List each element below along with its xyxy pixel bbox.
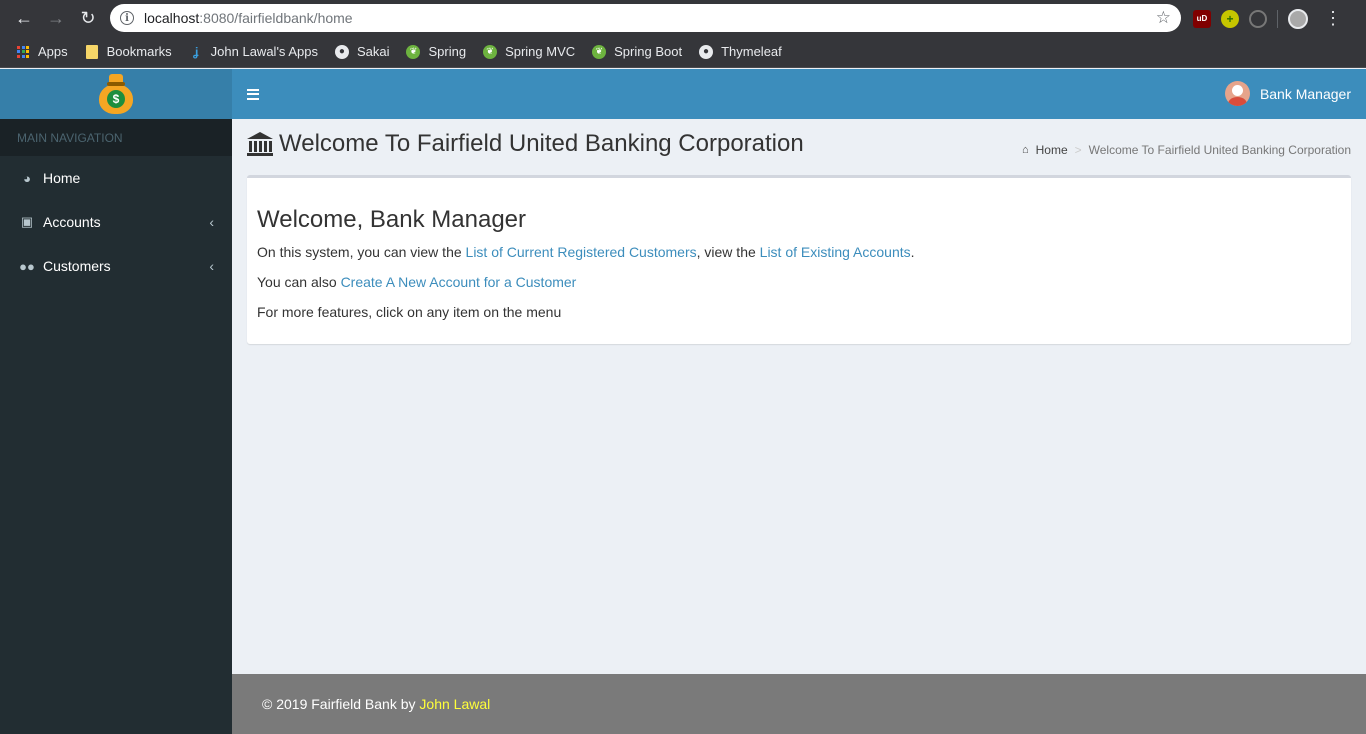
avatar	[1224, 81, 1250, 106]
dashboard-icon: ◕	[23, 170, 31, 186]
text: .	[910, 244, 915, 260]
text: On this system, you can view the	[257, 244, 466, 260]
nav-header: MAIN NAVIGATION	[0, 119, 232, 156]
bookmark-label: Sakai	[356, 44, 390, 59]
toolbar-divider	[1277, 9, 1278, 28]
footer-author-link[interactable]: John Lawal	[419, 696, 490, 712]
extension-plus-icon[interactable]: +	[1221, 9, 1239, 28]
breadcrumb-home-link[interactable]: ⌂ Home	[1022, 143, 1068, 157]
bookmark-label: Spring Boot	[614, 44, 683, 59]
bookmark-apps[interactable]: Apps	[16, 44, 68, 59]
bookmark-star-icon[interactable]: ☆	[1156, 8, 1171, 28]
apps-grid-icon	[16, 45, 30, 59]
info-icon[interactable]: i	[120, 11, 134, 25]
sidebar-item-label: Accounts	[43, 214, 101, 230]
globe-icon: ●	[334, 44, 349, 59]
back-icon[interactable]: ←	[8, 0, 40, 36]
bookmark-label: Spring MVC	[505, 44, 576, 59]
user-menu[interactable]: Bank Manager	[1224, 81, 1351, 106]
bookmark-label: Thymeleaf	[721, 44, 782, 59]
footer-copyright: © 2019 Fairfield Bank by	[262, 696, 416, 712]
page-title: Welcome To Fairfield United Banking Corp…	[247, 130, 804, 158]
spring-leaf-icon: ❦	[483, 44, 498, 59]
bookmark-label: Apps	[38, 44, 68, 59]
user-name: Bank Manager	[1259, 85, 1351, 102]
money-icon: ▣	[20, 214, 34, 229]
jl-logo-icon: ʝ	[192, 44, 199, 59]
bookmark-bookmarks-folder[interactable]: Bookmarks	[85, 44, 172, 59]
forward-icon[interactable]: →	[40, 0, 72, 36]
money-bag-icon: $	[98, 74, 134, 114]
bookmark-label: Bookmarks	[106, 44, 172, 59]
browser-menu-icon[interactable]: ⋮	[1324, 8, 1342, 29]
page-title-text: Welcome To Fairfield United Banking Corp…	[279, 130, 804, 157]
breadcrumb-separator: >	[1074, 143, 1082, 157]
chevron-left-icon: ‹	[209, 258, 214, 274]
sidebar-item-accounts[interactable]: ▣ Accounts ‹	[0, 200, 232, 244]
extensions-area: uD + ⋮	[1193, 8, 1342, 29]
intro-paragraph: On this system, you can view the List of…	[257, 242, 1341, 262]
existing-accounts-link[interactable]: List of Existing Accounts	[760, 244, 911, 260]
main-footer: © 2019 Fairfield Bank by John Lawal	[232, 674, 1366, 734]
main-sidebar: $ MAIN NAVIGATION ◕ Home ▣ Accounts ‹ ●●…	[0, 69, 232, 734]
home-icon: ⌂	[1021, 144, 1029, 156]
text: , view the	[696, 244, 760, 260]
welcome-box: Welcome, Bank Manager On this system, yo…	[247, 175, 1351, 344]
create-account-paragraph: You can also Create A New Account for a …	[257, 272, 1341, 292]
bookmarks-bar: Apps Bookmarks ʝ John Lawal's Apps ● Sak…	[0, 36, 1366, 68]
reload-icon[interactable]: ↻	[72, 0, 104, 36]
bank-icon	[247, 132, 273, 156]
welcome-heading: Welcome, Bank Manager	[257, 206, 527, 233]
spring-leaf-icon: ❦	[406, 44, 421, 59]
breadcrumb: ⌂ Home > Welcome To Fairfield United Ban…	[1022, 143, 1351, 157]
bookmark-spring[interactable]: ❦ Spring	[406, 44, 466, 59]
breadcrumb-current: Welcome To Fairfield United Banking Corp…	[1088, 143, 1351, 157]
bookmark-john-lawals-apps[interactable]: ʝ John Lawal's Apps	[189, 44, 318, 59]
address-bar[interactable]: i localhost:8080/fairfieldbank/home ☆	[110, 4, 1181, 32]
profile-avatar-icon[interactable]	[1288, 8, 1308, 29]
chevron-left-icon: ‹	[209, 214, 214, 230]
ublock-icon[interactable]: uD	[1193, 9, 1211, 28]
main-header: Bank Manager	[232, 69, 1366, 119]
url-host: localhost	[144, 10, 200, 26]
sidebar-item-label: Customers	[43, 258, 111, 274]
logo[interactable]: $	[0, 69, 232, 119]
more-features-paragraph: For more features, click on any item on …	[257, 304, 562, 320]
bookmark-spring-boot[interactable]: ❦ Spring Boot	[592, 44, 682, 59]
bookmark-label: John Lawal's Apps	[210, 44, 318, 59]
spring-leaf-icon: ❦	[592, 44, 607, 59]
globe-icon: ●	[699, 44, 714, 59]
bookmark-spring-mvc[interactable]: ❦ Spring MVC	[483, 44, 575, 59]
sidebar-item-customers[interactable]: ●● Customers ‹	[0, 244, 232, 288]
registered-customers-link[interactable]: List of Current Registered Customers	[466, 244, 697, 260]
bookmark-label: Spring	[428, 44, 467, 59]
bookmark-sakai[interactable]: ● Sakai	[334, 44, 390, 59]
bookmark-thymeleaf[interactable]: ● Thymeleaf	[699, 44, 782, 59]
text: You can also	[257, 274, 341, 290]
url-path: :8080/fairfieldbank/home	[199, 10, 353, 26]
sidebar-toggle-icon[interactable]	[247, 85, 260, 103]
users-icon: ●●	[19, 258, 35, 274]
browser-toolbar: ← → ↻ i localhost:8080/fairfieldbank/hom…	[0, 0, 1366, 36]
breadcrumb-home-label: Home	[1035, 143, 1068, 157]
create-account-link[interactable]: Create A New Account for a Customer	[341, 274, 577, 290]
extension-circle-icon[interactable]	[1249, 9, 1267, 28]
content-header: Welcome To Fairfield United Banking Corp…	[247, 130, 1351, 166]
sidebar-item-label: Home	[43, 170, 81, 186]
folder-icon	[85, 44, 99, 59]
sidebar-item-home[interactable]: ◕ Home	[0, 156, 232, 200]
